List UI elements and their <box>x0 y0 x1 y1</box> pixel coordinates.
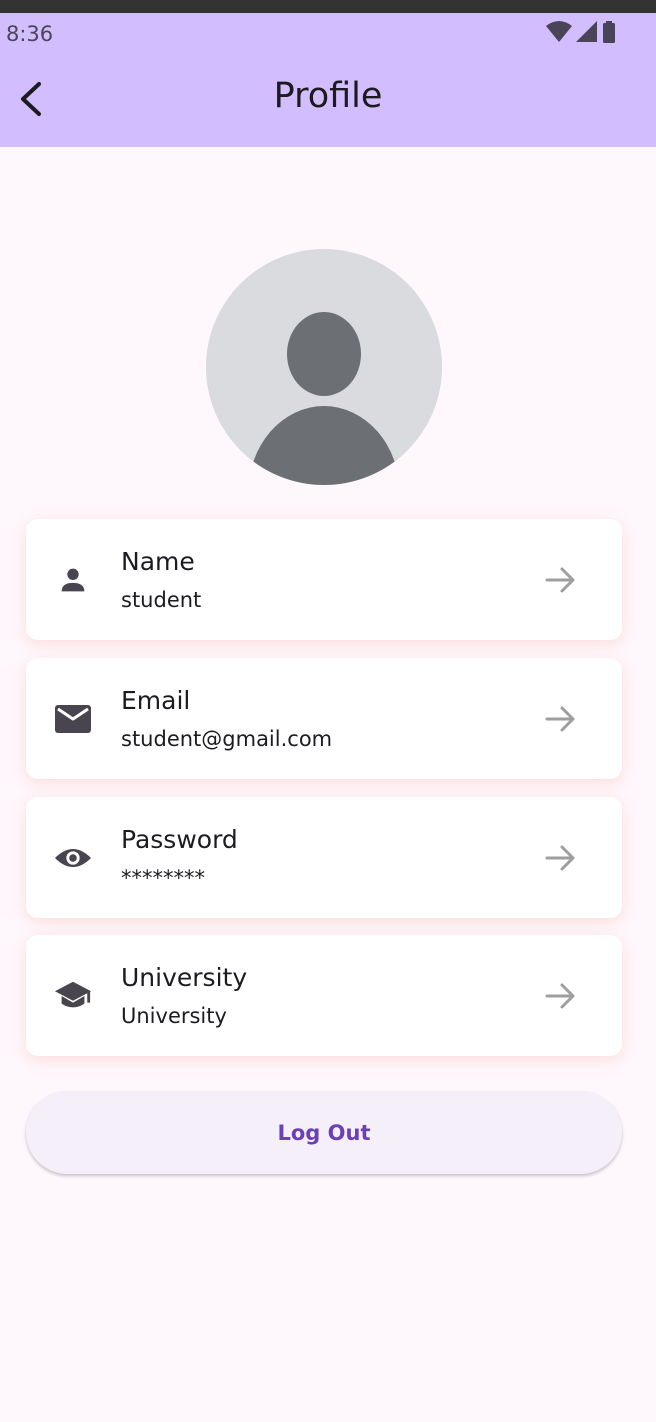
password-row[interactable]: Password ******** <box>26 797 622 918</box>
arrow-right-icon <box>544 565 578 595</box>
university-label: University <box>121 963 248 992</box>
arrow-right-icon <box>544 981 578 1011</box>
university-row[interactable]: University University <box>26 935 622 1056</box>
email-row[interactable]: Email student@gmail.com <box>26 658 622 779</box>
person-icon <box>54 561 92 599</box>
top-strip <box>0 0 656 13</box>
password-label: Password <box>121 825 238 854</box>
email-value: student@gmail.com <box>121 727 333 751</box>
battery-icon <box>602 21 616 43</box>
eye-icon <box>54 839 92 877</box>
arrow-right-icon <box>544 704 578 734</box>
name-row[interactable]: Name student <box>26 519 622 640</box>
status-icons <box>546 21 616 43</box>
cell-signal-icon <box>576 21 598 43</box>
password-value: ******** <box>121 866 205 890</box>
app-bar: 8:36 Profile <box>0 13 656 147</box>
name-label: Name <box>121 547 195 576</box>
email-icon <box>54 700 92 738</box>
avatar <box>206 249 442 485</box>
name-value: student <box>121 588 202 612</box>
arrow-right-icon <box>544 843 578 873</box>
wifi-icon <box>546 21 572 43</box>
university-value: University <box>121 1004 227 1028</box>
logout-button[interactable]: Log Out <box>26 1091 622 1174</box>
status-time: 8:36 <box>6 22 54 46</box>
page-title: Profile <box>273 76 383 116</box>
email-label: Email <box>121 686 191 715</box>
school-icon <box>54 977 92 1015</box>
person-silhouette-icon <box>248 312 400 485</box>
